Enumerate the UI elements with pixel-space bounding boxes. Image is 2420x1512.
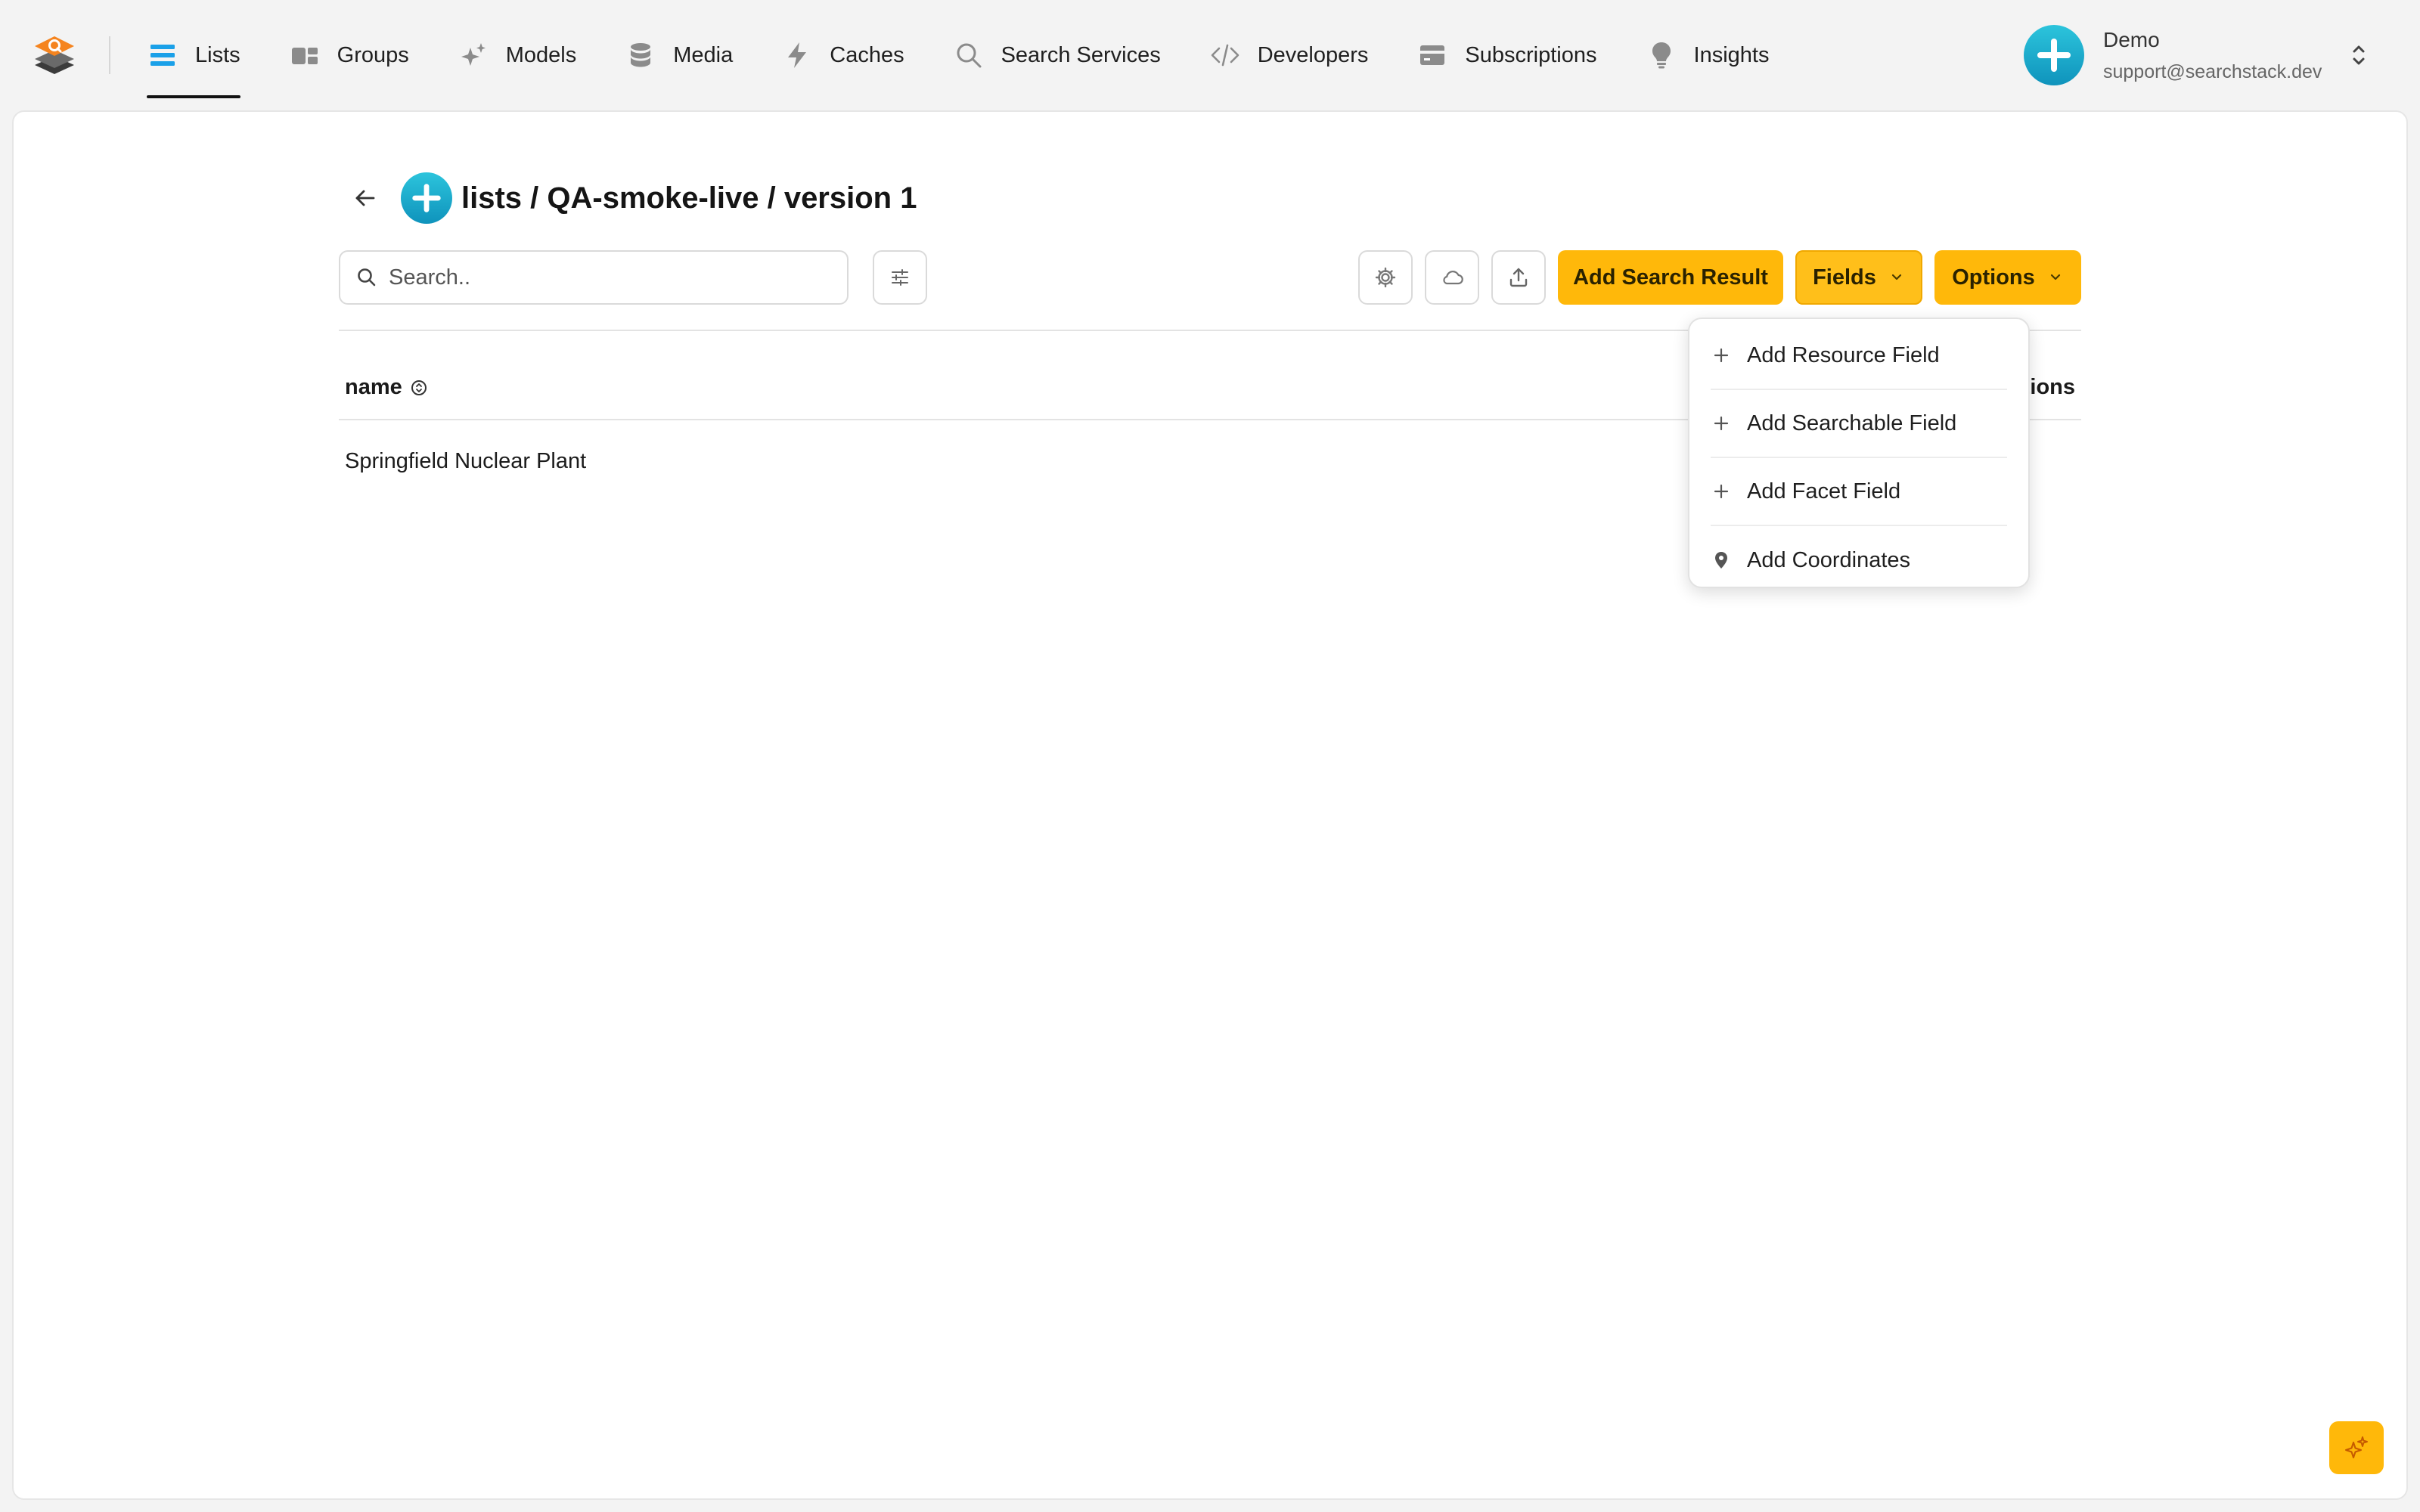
sparkles-icon: [458, 39, 489, 71]
credit-card-icon: [1416, 39, 1448, 71]
groups-icon: [289, 39, 321, 71]
fields-label: Fields: [1813, 265, 1876, 290]
logo-separator: [109, 36, 110, 74]
nav-item-caches[interactable]: Caches: [781, 0, 904, 110]
menu-item-label: Add Resource Field: [1747, 342, 1940, 367]
plus-icon: [1711, 413, 1732, 434]
main-content-card: [12, 110, 2408, 1500]
chevron-down-icon: [1891, 274, 1902, 280]
settings-button[interactable]: [1358, 250, 1413, 305]
menu-item-add-facet-field[interactable]: Add Facet Field: [1711, 458, 2007, 526]
nav-item-models[interactable]: Models: [458, 0, 577, 110]
nav-item-lists[interactable]: Lists: [147, 0, 240, 110]
chevron-up-down-icon: [2353, 45, 2365, 65]
options-label: Options: [1952, 265, 2035, 290]
ai-assistant-button[interactable]: [2329, 1421, 2384, 1474]
list-avatar: [401, 172, 452, 224]
upload-button[interactable]: [1491, 250, 1546, 305]
add-search-result-button[interactable]: Add Search Result: [1558, 250, 1783, 305]
bolt-icon: [781, 39, 813, 71]
nav-label: Search Services: [1001, 42, 1161, 67]
upload-icon: [1509, 268, 1528, 287]
fields-dropdown-menu: Add Resource Field Add Searchable Field …: [1688, 318, 2030, 588]
nav-item-developers[interactable]: Developers: [1209, 0, 1369, 110]
nav-label: Models: [505, 42, 577, 67]
search-box[interactable]: [339, 250, 849, 305]
sort-icon: [411, 380, 427, 395]
database-icon: [625, 39, 656, 71]
main-nav: Lists Groups Models Media Caches Search …: [147, 0, 1817, 110]
plus-icon: [1711, 481, 1732, 502]
nav-item-search-services[interactable]: Search Services: [953, 0, 1161, 110]
sparkles-icon: [2345, 1436, 2368, 1458]
user-name: Demo: [2103, 28, 2160, 51]
cloud-icon: [1443, 271, 1463, 285]
avatar: [2024, 25, 2084, 85]
gear-icon: [1375, 267, 1396, 288]
nav-label: Developers: [1257, 42, 1369, 67]
map-pin-icon: [1711, 550, 1732, 571]
lightbulb-icon: [1646, 39, 1677, 71]
arrow-left-icon: [355, 190, 375, 206]
nav-label: Subscriptions: [1465, 42, 1597, 67]
page-title: lists / QA-smoke-live / version 1: [461, 181, 917, 215]
nav-label: Lists: [195, 42, 240, 67]
sliders-icon: [892, 269, 908, 286]
filter-settings-button[interactable]: [873, 250, 927, 305]
menu-item-label: Add Searchable Field: [1747, 411, 1957, 435]
user-menu[interactable]: Demo support@searchstack.dev: [2024, 25, 2379, 87]
add-search-result-label: Add Search Result: [1573, 265, 1768, 290]
options-dropdown-button[interactable]: Options: [1934, 250, 2081, 305]
menu-item-label: Add Facet Field: [1747, 479, 1901, 503]
nav-label: Caches: [830, 42, 904, 67]
list-icon: [147, 39, 178, 71]
column-header-label: name: [345, 375, 402, 399]
menu-item-add-searchable-field[interactable]: Add Searchable Field: [1711, 390, 2007, 458]
list-toolbar: Add Search Result Fields Options: [339, 250, 2081, 306]
top-navigation: Lists Groups Models Media Caches Search …: [0, 0, 2420, 110]
nav-label: Insights: [1693, 42, 1770, 67]
nav-item-subscriptions[interactable]: Subscriptions: [1416, 0, 1597, 110]
column-header-name[interactable]: name: [345, 375, 428, 400]
fields-dropdown-button[interactable]: Fields: [1795, 250, 1922, 305]
nav-item-media[interactable]: Media: [625, 0, 733, 110]
search-input[interactable]: [389, 265, 827, 290]
chevron-down-icon: [2050, 274, 2060, 280]
nav-label: Media: [673, 42, 734, 67]
menu-item-add-resource-field[interactable]: Add Resource Field: [1711, 322, 2007, 390]
menu-item-add-coordinates[interactable]: Add Coordinates: [1711, 526, 2007, 594]
menu-item-label: Add Coordinates: [1747, 547, 1911, 572]
cloud-sync-button[interactable]: [1425, 250, 1479, 305]
page-header: lists / QA-smoke-live / version 1: [339, 168, 917, 228]
nav-label: Groups: [337, 42, 409, 67]
back-button[interactable]: [339, 172, 392, 225]
user-email: support@searchstack.dev: [2103, 61, 2322, 82]
code-icon: [1209, 39, 1241, 71]
nav-item-insights[interactable]: Insights: [1646, 0, 1770, 110]
app-logo[interactable]: [33, 33, 76, 77]
search-icon: [953, 39, 985, 71]
nav-item-groups[interactable]: Groups: [289, 0, 409, 110]
plus-icon: [1711, 345, 1732, 366]
search-icon: [358, 268, 376, 287]
row-name-cell: Springfield Nuclear Plant: [345, 449, 587, 473]
